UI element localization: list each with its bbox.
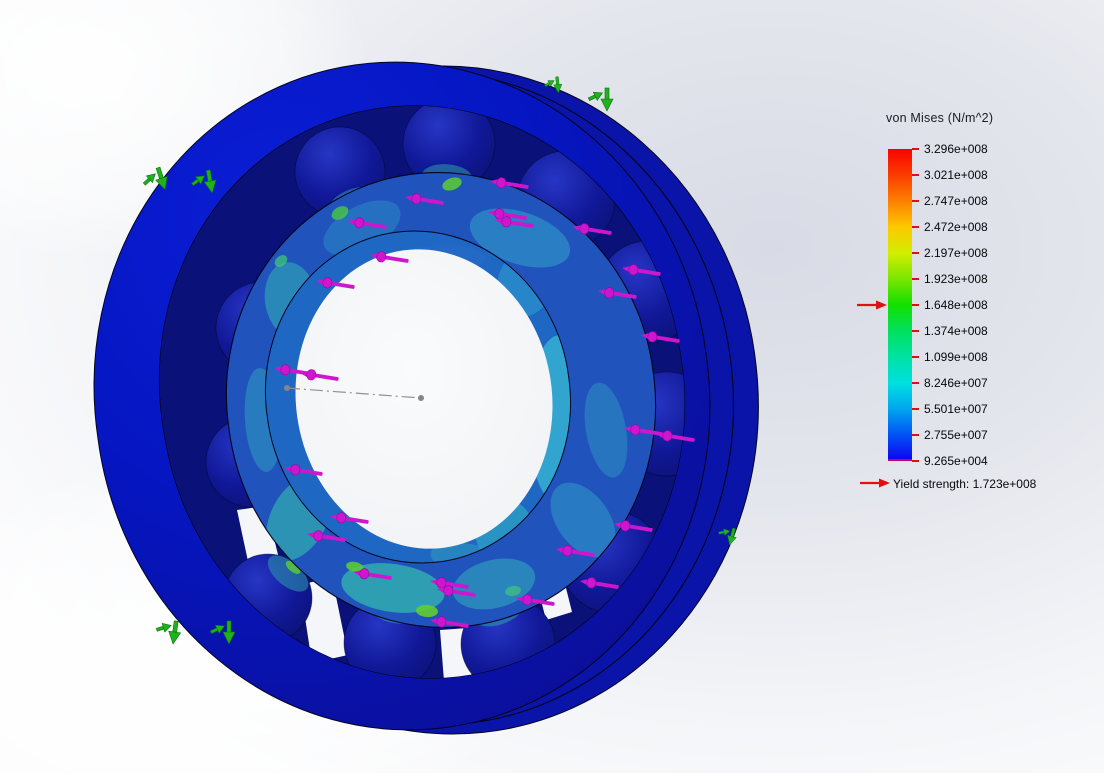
legend-min-line bbox=[888, 459, 912, 461]
legend-tick-dash bbox=[912, 460, 919, 462]
legend-tick-dash bbox=[912, 304, 919, 306]
legend-tick-dash bbox=[912, 330, 919, 332]
fixture-shaft bbox=[227, 621, 231, 633]
yield-marker-arrow-icon bbox=[856, 298, 888, 312]
legend-tick-label: 1.374e+008 bbox=[924, 324, 988, 338]
legend-tick-dash bbox=[912, 200, 919, 202]
legend-tick-dash bbox=[912, 278, 919, 280]
axis-endpoint-dot bbox=[418, 395, 424, 401]
yield-strength-row: Yield strength: 1.723e+008 bbox=[855, 476, 1101, 492]
legend-color-bar bbox=[888, 149, 912, 461]
legend-tick-label: 3.296e+008 bbox=[924, 142, 988, 156]
legend-tick-dash bbox=[912, 408, 919, 410]
axis-endpoint-dot bbox=[284, 385, 290, 391]
legend-tick-label: 3.021e+008 bbox=[924, 168, 988, 182]
legend-tick-label: 1.648e+008 bbox=[924, 298, 988, 312]
legend-tick-dash bbox=[912, 148, 919, 150]
stress-legend: von Mises (N/m^2) 3.296e+008 3.021e+008 2.… bbox=[855, 106, 1101, 498]
legend-tick-dash bbox=[912, 252, 919, 254]
legend-tick-label: 2.755e+007 bbox=[924, 428, 988, 442]
fixture-shaft bbox=[605, 88, 609, 100]
legend-tick-dash bbox=[912, 226, 919, 228]
legend-tick-label: 1.923e+008 bbox=[924, 272, 988, 286]
legend-tick-dash bbox=[912, 174, 919, 176]
yield-arrow-icon bbox=[859, 476, 891, 490]
legend-tick-dash bbox=[912, 382, 919, 384]
legend-tick-label: 9.265e+004 bbox=[924, 454, 988, 468]
yield-strength-label: Yield strength: 1.723e+008 bbox=[893, 477, 1036, 491]
legend-tick-label: 1.099e+008 bbox=[924, 350, 988, 364]
legend-tick-dash bbox=[912, 434, 919, 436]
legend-tick-label: 8.246e+007 bbox=[924, 376, 988, 390]
legend-tick-dash bbox=[912, 356, 919, 358]
legend-tick-label: 5.501e+007 bbox=[924, 402, 988, 416]
legend-tick-label: 2.197e+008 bbox=[924, 246, 988, 260]
legend-tick-label: 2.472e+008 bbox=[924, 220, 988, 234]
legend-title: von Mises (N/m^2) bbox=[886, 111, 993, 125]
fixture-shaft bbox=[556, 77, 560, 86]
viewport[interactable]: von Mises (N/m^2) 3.296e+008 3.021e+008 2.… bbox=[0, 0, 1104, 773]
legend-tick-label: 2.747e+008 bbox=[924, 194, 988, 208]
